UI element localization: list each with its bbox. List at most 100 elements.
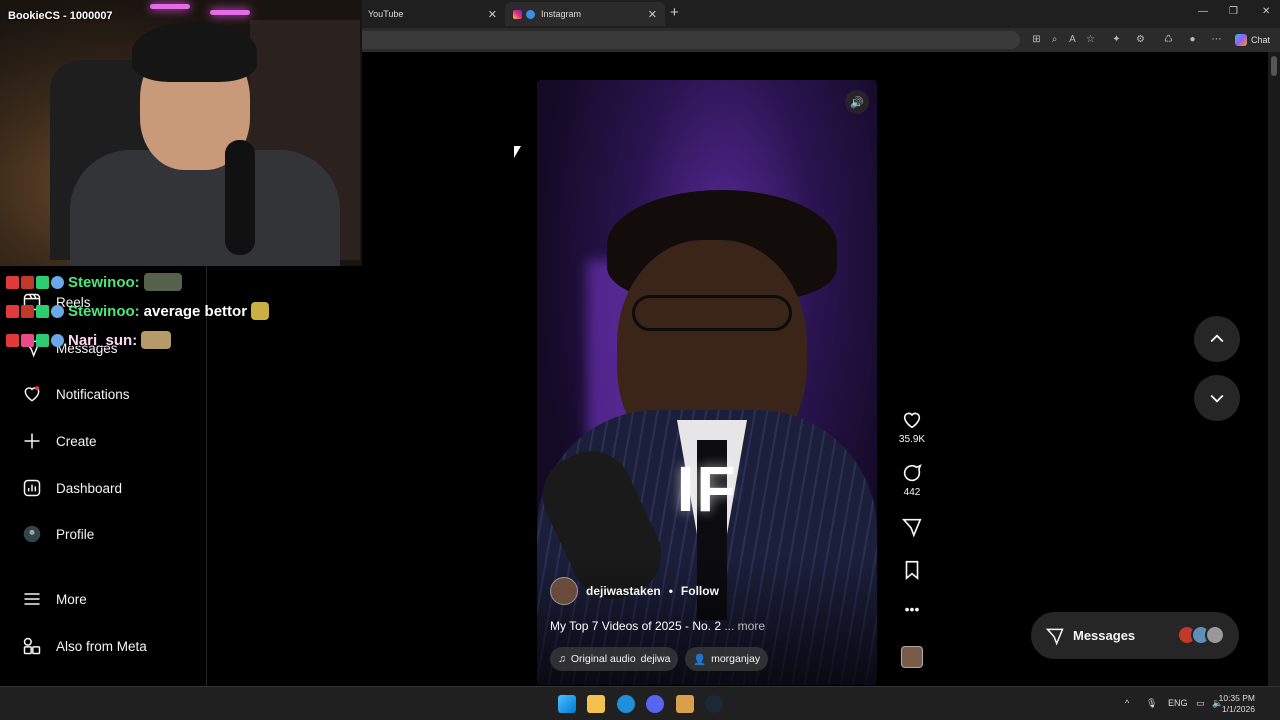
heart-icon: [903, 412, 921, 429]
badge-icon: [21, 333, 34, 347]
author-username[interactable]: dejiwastaken: [586, 584, 661, 598]
volume-icon[interactable]: 🔊: [845, 90, 869, 114]
network-icon[interactable]: ▭: [1196, 698, 1205, 709]
close-window-icon[interactable]: ✕: [1262, 6, 1270, 17]
favorite-star-icon[interactable]: ☆: [1084, 33, 1097, 46]
like-button[interactable]: 35.9K: [896, 409, 928, 445]
badge-icon: [36, 275, 49, 289]
sidebar-item-more[interactable]: More: [22, 589, 87, 609]
sidebar-item-label: Dashboard: [56, 480, 123, 496]
messages-pill[interactable]: Messages: [1031, 612, 1239, 659]
file-explorer-icon[interactable]: [587, 695, 605, 713]
app-icon[interactable]: [676, 695, 694, 713]
system-clock[interactable]: 10:35 PM 1/1/2026: [1219, 693, 1255, 715]
close-tab-icon[interactable]: ✕: [488, 8, 497, 21]
follow-button[interactable]: Follow: [681, 584, 719, 598]
badge-icon: [51, 304, 64, 318]
streamer-name: BookieCS - 1000007: [8, 10, 113, 22]
neon-light: [150, 4, 190, 9]
minimize-icon[interactable]: —: [1198, 6, 1208, 17]
tagged-username: morganjay: [711, 653, 761, 665]
language-indicator[interactable]: ENG: [1168, 698, 1188, 708]
chat-line: Nari_sun:: [6, 331, 172, 349]
profile-avatar-icon[interactable]: ●: [1186, 33, 1199, 46]
chevron-up-icon: [1210, 334, 1224, 343]
heart-icon: [22, 384, 42, 404]
tray-chevron-up-icon[interactable]: ^: [1125, 698, 1129, 708]
discord-icon[interactable]: [646, 695, 664, 713]
chat-message: average bettor: [143, 302, 248, 320]
caption-more-link[interactable]: ... more: [724, 619, 765, 633]
next-reel-button[interactable]: [1194, 375, 1240, 421]
audio-thumbnail[interactable]: [896, 646, 928, 671]
restore-icon[interactable]: ❐: [1229, 6, 1238, 17]
mouse-cursor-icon: [514, 146, 521, 158]
neon-light: [210, 10, 250, 15]
author-avatar[interactable]: [550, 577, 578, 605]
sidebar-item-label: Profile: [56, 526, 95, 542]
badge-icon: [36, 304, 49, 318]
streamer-hair: [132, 22, 257, 82]
save-button[interactable]: [896, 559, 928, 584]
audio-cover-icon: [901, 646, 923, 668]
sidebar-item-also-from-meta[interactable]: Also from Meta: [22, 636, 147, 656]
more-options-icon[interactable]: ⋯: [1210, 33, 1223, 46]
share-button[interactable]: [896, 516, 928, 541]
start-icon[interactable]: [558, 695, 576, 713]
tab-youtube[interactable]: YouTube ✕: [360, 2, 505, 26]
reel-author: dejiwastaken • Follow: [550, 577, 719, 605]
music-note-icon: ♫: [558, 653, 566, 665]
creator-glasses: [632, 295, 792, 331]
chat-username: Nari_sun:: [68, 331, 138, 349]
reel-video[interactable]: IF 🔊 dejiwastaken • Follow My Top 7 Vide…: [537, 80, 877, 685]
comment-icon: [903, 464, 922, 482]
edge-icon[interactable]: [617, 695, 635, 713]
avatar: [22, 524, 42, 544]
video-caption-word: IF: [676, 453, 738, 525]
zoom-icon[interactable]: ⌕: [1048, 33, 1061, 46]
badge-icon: [51, 333, 64, 347]
send-icon: [1045, 628, 1064, 646]
sidebar-item-label: Create: [56, 433, 97, 449]
new-tab-icon[interactable]: +: [670, 4, 679, 21]
instagram-favicon-icon: [513, 9, 522, 19]
ellipsis-icon: •••: [904, 601, 920, 617]
sidebar-item-label: Also from Meta: [56, 638, 147, 654]
chat-username: Stewinoo:: [68, 273, 140, 291]
steam-icon[interactable]: [705, 695, 723, 713]
comment-button[interactable]: 442: [896, 462, 928, 498]
browser-tab-bar: YouTube ✕ Instagram ✕ + — ❐ ✕: [360, 0, 1280, 28]
address-field[interactable]: [360, 31, 1020, 49]
emote-icon: [141, 331, 172, 349]
app-icon[interactable]: ⊞: [1030, 33, 1043, 46]
send-icon: [901, 518, 922, 538]
address-toolbar: ⊞ ⌕ A ☆ ✦ ⚙ ♺ ● ⋯ Chat: [360, 28, 1280, 52]
collections-icon[interactable]: ♺: [1162, 33, 1175, 46]
messages-label: Messages: [1073, 628, 1136, 643]
close-tab-icon[interactable]: ✕: [648, 8, 657, 21]
sidebar-item-profile[interactable]: Profile: [22, 524, 94, 544]
tab-instagram[interactable]: Instagram ✕: [505, 2, 665, 26]
sidebar-item-notifications[interactable]: Notifications: [22, 384, 130, 404]
sidebar-item-create[interactable]: Create: [22, 431, 97, 451]
chat-badges: [6, 304, 64, 318]
badge-icon: [6, 333, 19, 347]
previous-reel-button[interactable]: [1194, 316, 1240, 362]
copilot-chat-button[interactable]: Chat: [1234, 32, 1270, 48]
audio-label: Original audio: [570, 653, 636, 665]
audio-chip[interactable]: ♫ Original audio dejiwa: [550, 647, 679, 671]
comment-count: 442: [903, 487, 921, 498]
microphone-icon[interactable]: 🎙: [1146, 698, 1157, 709]
extensions-puzzle-icon[interactable]: ⚙: [1134, 33, 1147, 46]
chat-label: Chat: [1250, 35, 1270, 45]
caption-text: My Top 7 Videos of 2025 - No. 2: [550, 619, 721, 633]
read-aloud-icon[interactable]: A: [1066, 33, 1079, 46]
sidebar-item-dashboard[interactable]: Dashboard: [22, 478, 122, 498]
chat-badges: [6, 275, 64, 289]
more-options-button[interactable]: •••: [896, 601, 928, 617]
message-avatars: [1177, 625, 1225, 645]
meta-apps-icon: [22, 636, 42, 656]
extension-icon[interactable]: ✦: [1110, 33, 1123, 46]
tagged-user-chip[interactable]: 👤 morganjay: [685, 647, 769, 671]
page-scrollbar[interactable]: [1268, 52, 1280, 686]
